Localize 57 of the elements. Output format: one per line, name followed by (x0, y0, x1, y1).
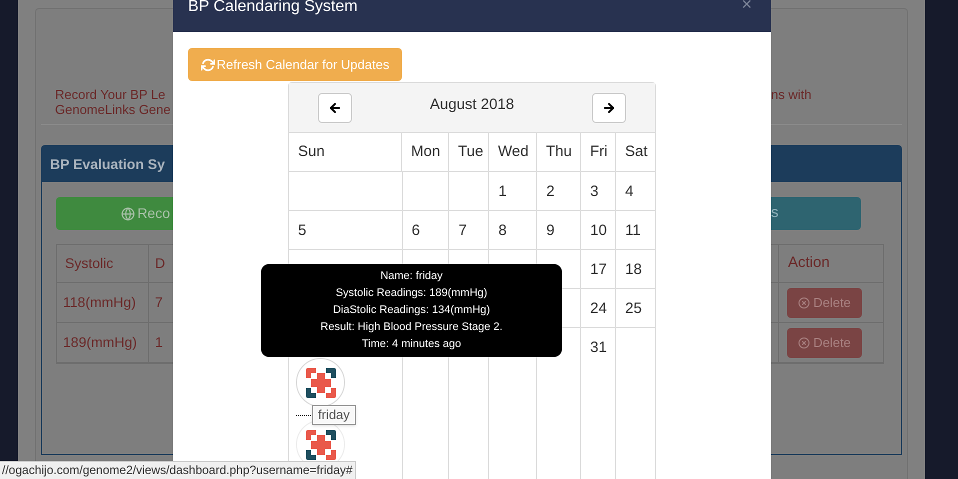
table-cell-text: 7 (154, 293, 164, 312)
weekday-label: Sun (298, 142, 325, 162)
column-header: Systolic (57, 245, 149, 282)
table-cell-text: 1 (154, 333, 164, 352)
tooltip-line: Time: 4 minutes ago (362, 337, 462, 352)
delete-button[interactable]: Delete (787, 328, 862, 358)
day-cell: 31 (581, 328, 616, 479)
event-marker[interactable] (296, 358, 345, 407)
records-button[interactable]: s (771, 197, 861, 230)
weekday-label: Mon (411, 142, 440, 162)
right-arrow-icon (602, 101, 616, 115)
next-month-button[interactable] (592, 93, 626, 123)
weekday-label: Thu (546, 142, 572, 162)
close-circle-icon (798, 336, 810, 348)
tooltip-line: Systolic Readings: 189(mmHg) (336, 286, 488, 301)
day-cell-text: 25 (624, 299, 643, 319)
refresh-icon (200, 58, 215, 72)
column-header: D (154, 254, 166, 273)
intro-text: Record Your BP Le (55, 87, 166, 102)
refresh-button[interactable]: Refresh Calendar for Updates (188, 48, 402, 81)
table-cell: 118(mmHg) (57, 283, 149, 322)
tooltip-line: Result: High Blood Pressure Stage 2. (320, 320, 503, 335)
day-cell: 9 (537, 211, 582, 249)
intro-text: ns with (771, 87, 812, 102)
day-cell: 3 (581, 172, 616, 210)
weekday-label: Sat (625, 142, 648, 162)
day-cell: 6 (402, 211, 450, 249)
table-cell: 189(mmHg) (57, 323, 149, 362)
tooltip-line: DiaStolic Readings: 134(mmHg) (332, 303, 490, 318)
day-cell-text: 18 (624, 260, 643, 280)
month-title: August 2018 (430, 95, 514, 115)
day-cell-text: 4 (624, 182, 634, 202)
day-cell: 24 (581, 289, 616, 327)
day-cell-text: 11 (624, 221, 642, 241)
dotted-line (296, 415, 311, 416)
weekday-label: Wed (498, 142, 529, 162)
delete-button[interactable]: Delete (787, 288, 862, 318)
column-header: Action (787, 253, 831, 274)
hover-label: friday (312, 405, 356, 425)
close-circle-icon (798, 296, 810, 308)
weekday-label: Fri (590, 142, 608, 162)
globe-icon (121, 206, 136, 220)
intro-text: GenomeLinks Gene (55, 102, 172, 117)
previous-month-button[interactable] (318, 93, 352, 123)
day-cell: 5 (289, 211, 403, 249)
weekday-label: Tue (458, 142, 484, 162)
day-cell: 1 (489, 172, 538, 210)
link-url-tooltip: //ogachijo.com/genome2/views/dashboard.php?username=friday# (0, 461, 356, 479)
record-button[interactable]: Reco (56, 197, 173, 230)
day-cell: 7 (449, 211, 490, 249)
day-cell: 10 (581, 211, 616, 249)
day-cell: 2 (537, 172, 582, 210)
close-button[interactable]: × (741, 0, 752, 9)
day-cell: 8 (489, 211, 538, 249)
panel-header: BP Evaluation Sy (42, 146, 173, 182)
day-cell: 17 (581, 250, 616, 288)
tooltip-line: Name: friday (380, 269, 443, 284)
